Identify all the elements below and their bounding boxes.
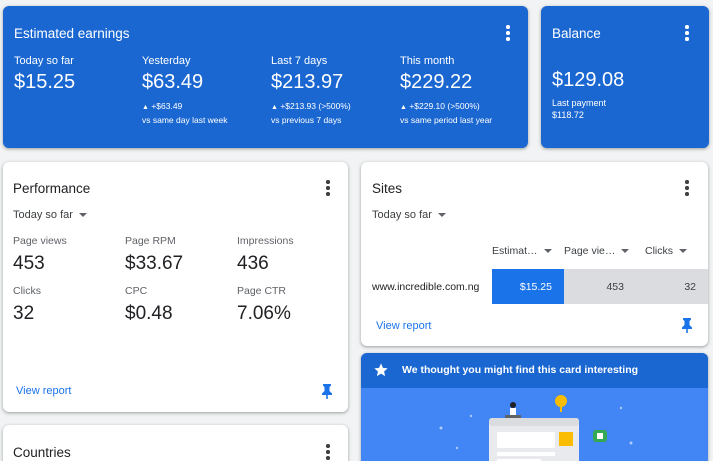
site-clicks-bar: 32 bbox=[644, 269, 708, 304]
earnings-label: Yesterday bbox=[142, 55, 191, 67]
balance-card: Balance $129.08 Last payment $118.72 bbox=[541, 6, 709, 148]
metric-label: Impressions bbox=[237, 235, 294, 247]
site-page-views-bar: 453 bbox=[564, 269, 644, 304]
view-report-link[interactable]: View report bbox=[16, 385, 71, 397]
countries-title: Countries bbox=[13, 445, 71, 460]
earnings-this-month: This month $229.22 ▲ +$229.10 (>500%) vs … bbox=[400, 55, 492, 126]
metric-label: Clicks bbox=[13, 285, 41, 297]
view-report-link[interactable]: View report bbox=[376, 320, 431, 332]
more-options-icon[interactable] bbox=[680, 24, 694, 42]
last-payment-label: Last payment bbox=[552, 98, 607, 108]
countries-card: Countries bbox=[3, 425, 348, 461]
metric-cpc: CPC $0.48 bbox=[125, 285, 173, 325]
up-arrow-icon: ▲ bbox=[271, 104, 278, 111]
star-icon bbox=[374, 363, 388, 377]
illustration bbox=[439, 395, 633, 461]
metric-page-rpm: Page RPM $33.67 bbox=[125, 235, 183, 275]
performance-card: Performance Today so far Page views 453 … bbox=[3, 162, 348, 412]
earnings-value: $213.97 bbox=[271, 71, 344, 93]
earnings-label: Last 7 days bbox=[271, 55, 328, 67]
estimated-earnings-title: Estimated earnings bbox=[14, 26, 130, 41]
site-earnings-bar: $15.25 bbox=[492, 269, 564, 304]
site-name: www.incredible.com.ng bbox=[372, 280, 480, 293]
earnings-compare: vs same period last year bbox=[400, 115, 493, 125]
metric-value: 436 bbox=[237, 253, 269, 274]
column-header-clicks[interactable]: Clicks bbox=[645, 245, 687, 257]
column-header-earnings[interactable]: Estimat… bbox=[492, 245, 552, 257]
earnings-today: Today so far $15.25 bbox=[14, 55, 75, 94]
earnings-value: $229.22 bbox=[400, 71, 473, 93]
more-options-icon[interactable] bbox=[680, 179, 694, 197]
metric-value: 7.06% bbox=[237, 303, 291, 324]
period-label: Today so far bbox=[372, 209, 432, 221]
metric-page-ctr: Page CTR 7.06% bbox=[237, 285, 291, 325]
earnings-yesterday: Yesterday $63.49 ▲ +$63.49 vs same day la… bbox=[142, 55, 228, 126]
estimated-earnings-card: Estimated earnings Today so far $15.25 Y… bbox=[3, 6, 528, 148]
earnings-label: Today so far bbox=[14, 55, 74, 67]
interesting-title: We thought you might find this card inte… bbox=[402, 364, 639, 376]
earnings-value: $15.25 bbox=[14, 71, 76, 93]
sites-title: Sites bbox=[372, 181, 403, 196]
earnings-compare: vs previous 7 days bbox=[271, 115, 342, 125]
earnings-last-7-days: Last 7 days $213.97 ▲ +$213.93 (>500%) vs… bbox=[271, 55, 351, 126]
metric-value: 32 bbox=[13, 303, 35, 324]
up-arrow-icon: ▲ bbox=[142, 104, 149, 111]
metric-value: $0.48 bbox=[125, 303, 173, 324]
caret-down-icon bbox=[679, 249, 687, 253]
period-label: Today so far bbox=[13, 209, 73, 221]
metric-page-views: Page views 453 bbox=[13, 235, 67, 275]
period-dropdown[interactable]: Today so far bbox=[13, 209, 87, 221]
interesting-card[interactable]: We thought you might find this card inte… bbox=[361, 353, 708, 461]
balance-value: $129.08 bbox=[552, 69, 625, 91]
pin-icon[interactable] bbox=[681, 317, 693, 333]
metric-impressions: Impressions 436 bbox=[237, 235, 294, 275]
up-arrow-icon: ▲ bbox=[400, 104, 407, 111]
earnings-change: ▲ +$63.49 vs same day last week bbox=[142, 101, 228, 125]
earnings-label: This month bbox=[400, 55, 455, 67]
sites-card: Sites Today so far Estimat… Page vie… Cl… bbox=[361, 162, 708, 346]
pin-icon[interactable] bbox=[321, 383, 333, 399]
balance-title: Balance bbox=[552, 26, 601, 41]
earnings-change: ▲ +$229.10 (>500%) vs same period last ye… bbox=[400, 101, 493, 125]
metric-label: Page CTR bbox=[237, 285, 287, 297]
metric-value: $33.67 bbox=[125, 253, 184, 274]
caret-down-icon bbox=[621, 249, 630, 253]
caret-down-icon bbox=[437, 213, 446, 217]
more-options-icon[interactable] bbox=[321, 443, 335, 461]
caret-down-icon bbox=[543, 249, 552, 253]
metric-label: Page views bbox=[13, 235, 67, 247]
metric-value: 453 bbox=[13, 253, 45, 274]
more-options-icon[interactable] bbox=[501, 24, 515, 42]
metric-clicks: Clicks 32 bbox=[13, 285, 41, 325]
earnings-change: ▲ +$213.93 (>500%) vs previous 7 days bbox=[271, 101, 351, 125]
period-dropdown[interactable]: Today so far bbox=[372, 209, 446, 221]
more-options-icon[interactable] bbox=[321, 179, 335, 197]
earnings-compare: vs same day last week bbox=[142, 115, 228, 125]
performance-title: Performance bbox=[13, 181, 91, 196]
earnings-value: $63.49 bbox=[142, 71, 204, 93]
column-header-page-views[interactable]: Page vie… bbox=[564, 245, 630, 257]
metric-label: CPC bbox=[125, 285, 148, 297]
caret-down-icon bbox=[78, 213, 87, 217]
metric-label: Page RPM bbox=[125, 235, 176, 247]
last-payment-value: $118.72 bbox=[552, 110, 584, 120]
interesting-header: We thought you might find this card inte… bbox=[361, 353, 708, 388]
